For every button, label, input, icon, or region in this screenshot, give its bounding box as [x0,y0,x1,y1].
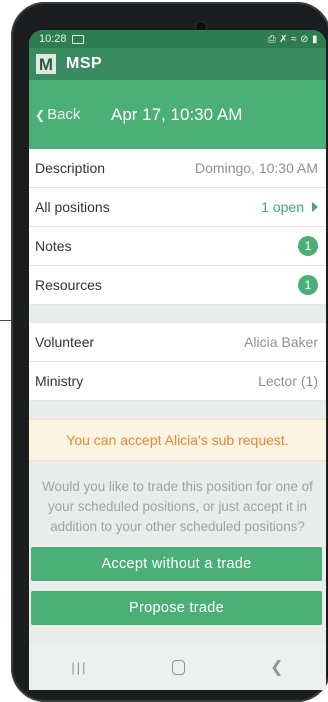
button-spacer [29,581,326,591]
back-label: Back [47,106,81,123]
nav-bar: ❮ Back Apr 17, 10:30 AM [29,80,326,149]
propose-trade-button[interactable]: Propose trade [31,591,322,625]
volunteer-row: Volunteer Alicia Baker [29,323,326,362]
count-badge: 1 [298,236,318,256]
phone-screen: 10:28 ⎙ ✗ ≈ ⊘ ▮ M MSP ❮ Back Apr 17, 10:… [29,30,326,690]
chevron-left-icon: ❮ [35,107,46,122]
status-bar: 10:28 ⎙ ✗ ≈ ⊘ ▮ [29,30,326,48]
back-button[interactable]: ❮ Back [35,106,111,123]
row-label: Notes [35,238,72,254]
row-label: Volunteer [35,334,95,350]
mute-icon: ✗ [279,33,289,45]
nfc-icon: ⎙ [267,33,277,45]
battery-icon: ▮ [311,33,318,45]
row-value: Alicia Baker [244,334,318,350]
description-row: Description Domingo, 10:30 AM [29,149,326,188]
row-label: Ministry [35,373,84,389]
home-icon[interactable] [172,659,186,675]
wifi-icon: ≈ [291,33,298,45]
status-icons: ⎙ ✗ ≈ ⊘ ▮ [268,34,318,45]
app-logo: M [36,54,56,74]
row-label: Resources [35,277,102,293]
image-icon [71,34,84,44]
resources-row[interactable]: Resources 1 [29,266,326,305]
row-label: Description [35,160,106,176]
all-positions-row[interactable]: All positions 1 open [29,188,326,227]
app-title: MSP [66,55,103,72]
trade-question: Would you like to trade this position fo… [42,479,313,534]
back-icon[interactable]: ❮ [270,657,283,677]
row-label: All positions [35,199,110,215]
row-value: Lector (1) [258,373,318,389]
notes-row[interactable]: Notes 1 [29,227,326,266]
section-gap [29,305,326,323]
status-time: 10:28 [39,33,67,45]
details-list: Description Domingo, 10:30 AM All positi… [29,149,326,305]
open-positions-link[interactable]: 1 open [261,199,318,215]
count-badge: 1 [298,275,318,295]
accept-without-trade-button[interactable]: Accept without a trade [31,547,322,581]
row-value: Domingo, 10:30 AM [195,160,318,176]
page-title: Apr 17, 10:30 AM [111,104,243,124]
ministry-row: Ministry Lector (1) [29,362,326,401]
chevron-right-icon [312,202,318,212]
section-gap [29,401,326,419]
row-value: 1 open [261,199,304,215]
system-nav-bar: ||| ❮ [29,644,326,690]
app-bar: M MSP [29,48,326,80]
sub-request-notice: You can accept Alicia's sub request. [29,419,326,461]
do-not-disturb-icon: ⊘ [300,33,309,45]
assignment-list: Volunteer Alicia Baker Ministry Lector (… [29,323,326,401]
recents-icon[interactable]: ||| [71,660,87,675]
